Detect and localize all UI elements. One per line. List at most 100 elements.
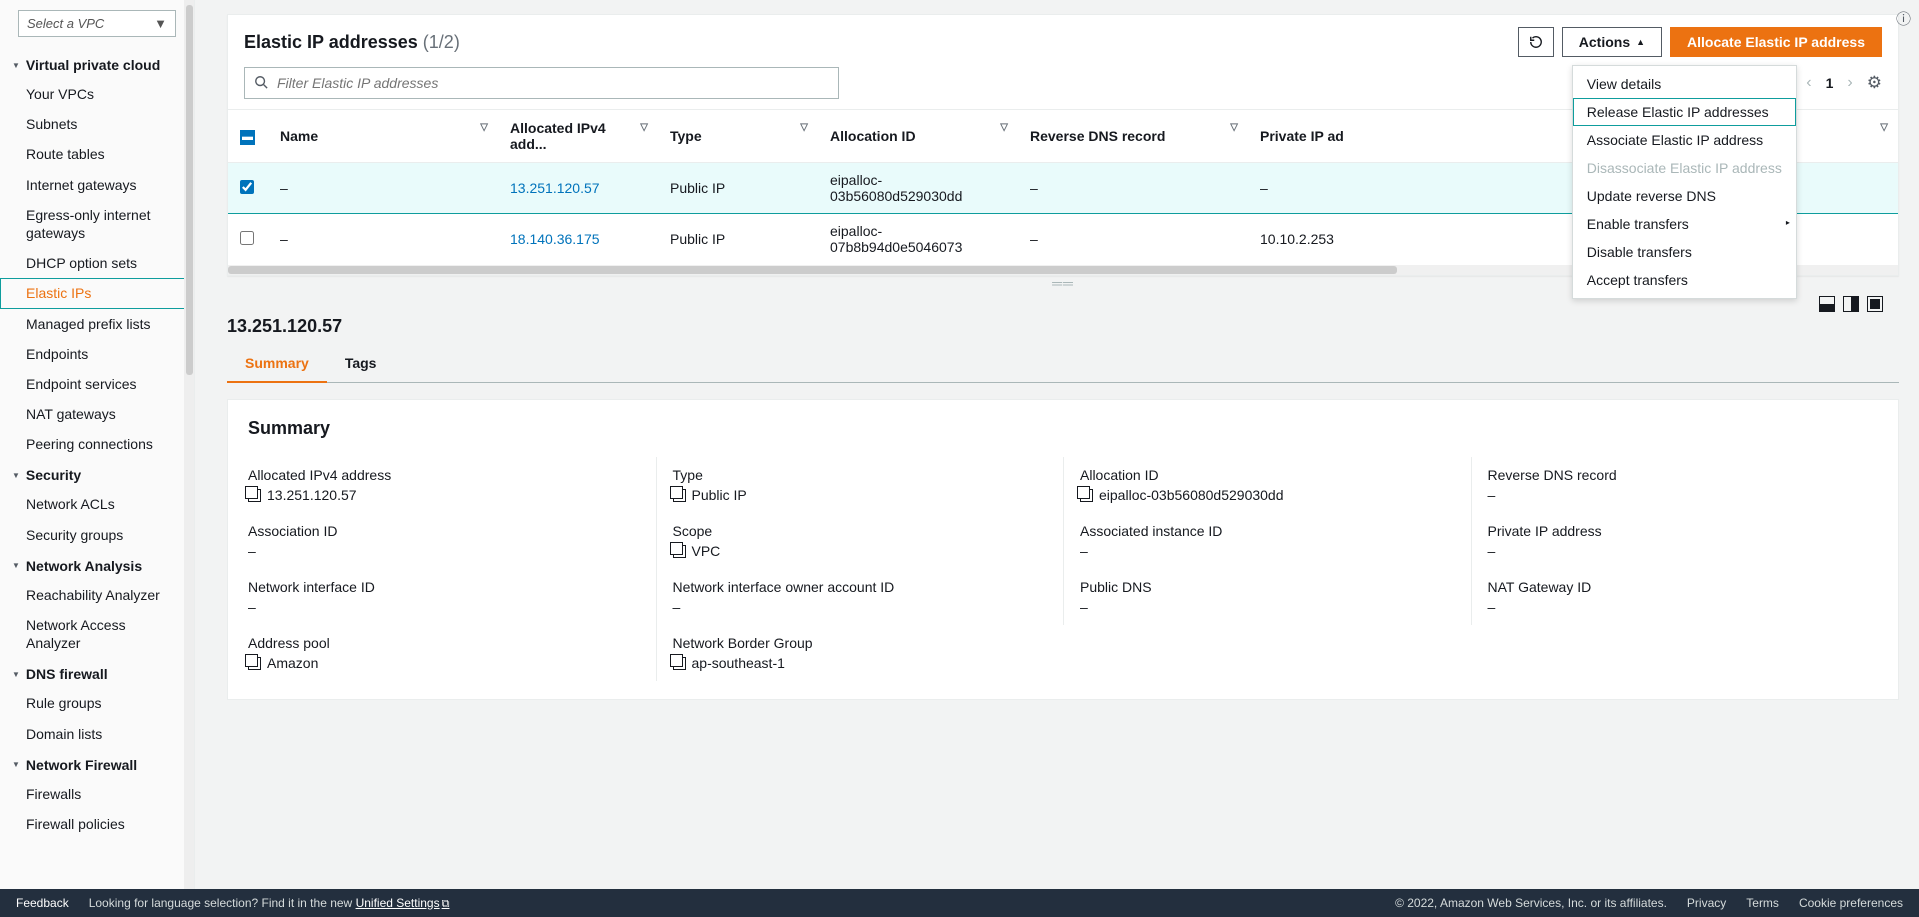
panel-layout-full-icon[interactable]: [1867, 296, 1883, 312]
nav-section-header[interactable]: Network Firewall: [0, 749, 194, 779]
privacy-link[interactable]: Privacy: [1687, 896, 1726, 910]
nav-section-header[interactable]: Network Analysis: [0, 550, 194, 580]
actions-button[interactable]: Actions ▲: [1562, 27, 1662, 57]
sidebar-item[interactable]: Rule groups: [0, 688, 194, 718]
sidebar-item[interactable]: Managed prefix lists: [0, 309, 194, 339]
sidebar-item[interactable]: Peering connections: [0, 429, 194, 459]
search-box: [244, 67, 839, 99]
sidebar-item[interactable]: Security groups: [0, 520, 194, 550]
sidebar-item[interactable]: Network Access Analyzer: [0, 610, 194, 658]
sidebar-scrollbar[interactable]: [184, 0, 194, 917]
vpc-selector[interactable]: Select a VPC ▼: [18, 10, 176, 37]
sidebar-item[interactable]: Domain lists: [0, 719, 194, 749]
sidebar-item[interactable]: Your VPCs: [0, 79, 194, 109]
feedback-link[interactable]: Feedback: [16, 896, 69, 910]
row-checkbox[interactable]: [240, 231, 254, 245]
cookie-prefs-link[interactable]: Cookie preferences: [1799, 896, 1903, 910]
info-icon[interactable]: ⓘ: [1896, 8, 1911, 29]
summary-field: Public DNS–: [1063, 569, 1471, 625]
unified-settings-link[interactable]: Unified Settings⧉: [356, 896, 450, 910]
sidebar-item[interactable]: Reachability Analyzer: [0, 580, 194, 610]
cell-ip[interactable]: 13.251.120.57: [510, 180, 600, 196]
dropdown-item[interactable]: Release Elastic IP addresses: [1573, 98, 1796, 126]
summary-label: Allocation ID: [1080, 467, 1455, 483]
summary-field: Private IP address–: [1471, 513, 1879, 569]
cell-name: –: [268, 214, 498, 265]
sidebar-item[interactable]: Firewalls: [0, 779, 194, 809]
summary-field: Address poolAmazon: [248, 625, 656, 681]
summary-card: Summary Allocated IPv4 address13.251.120…: [227, 399, 1899, 700]
dropdown-item[interactable]: Accept transfers: [1573, 266, 1796, 294]
settings-icon[interactable]: ⚙: [1867, 73, 1882, 93]
sidebar-item[interactable]: DHCP option sets: [0, 248, 194, 278]
panel-layout-bottom-icon[interactable]: [1819, 296, 1835, 312]
sidebar-item[interactable]: NAT gateways: [0, 399, 194, 429]
sidebar-item[interactable]: Subnets: [0, 109, 194, 139]
details-title: 13.251.120.57: [227, 312, 1899, 345]
submenu-arrow-icon: ▸: [1786, 218, 1790, 227]
summary-value: –: [248, 543, 256, 559]
allocate-eip-button[interactable]: Allocate Elastic IP address: [1670, 27, 1882, 57]
copy-icon[interactable]: [673, 545, 686, 558]
summary-value: –: [248, 599, 256, 615]
copy-icon[interactable]: [248, 489, 261, 502]
summary-label: Type: [673, 467, 1048, 483]
copyright: © 2022, Amazon Web Services, Inc. or its…: [1395, 896, 1667, 910]
dropdown-item[interactable]: Update reverse DNS: [1573, 182, 1796, 210]
dropdown-item[interactable]: Enable transfers▸: [1573, 210, 1796, 238]
search-icon: [254, 75, 268, 92]
column-header[interactable]: Allocation ID▽: [818, 110, 1018, 163]
copy-icon[interactable]: [248, 657, 261, 670]
dropdown-item[interactable]: Associate Elastic IP address: [1573, 126, 1796, 154]
column-header[interactable]: Reverse DNS record▽: [1018, 110, 1248, 163]
copy-icon[interactable]: [673, 489, 686, 502]
summary-label: Private IP address: [1488, 523, 1863, 539]
refresh-button[interactable]: [1518, 27, 1554, 57]
copy-icon[interactable]: [1080, 489, 1093, 502]
tab[interactable]: Summary: [227, 345, 327, 383]
prev-page-icon[interactable]: ‹: [1806, 74, 1811, 92]
summary-value: –: [1080, 543, 1088, 559]
summary-value: eipalloc-03b56080d529030dd: [1099, 487, 1284, 503]
sidebar-item[interactable]: Network ACLs: [0, 489, 194, 519]
dropdown-item[interactable]: View details: [1573, 70, 1796, 98]
nav-section-header[interactable]: DNS firewall: [0, 658, 194, 688]
row-checkbox[interactable]: [240, 180, 254, 194]
sort-icon: ▽: [1230, 122, 1238, 133]
sort-icon: ▽: [480, 122, 488, 133]
sidebar-item[interactable]: Firewall policies: [0, 809, 194, 839]
column-header[interactable]: Allocated IPv4 add...▽: [498, 110, 658, 163]
vpc-selector-label: Select a VPC: [27, 16, 104, 31]
summary-field: Network interface ID–: [248, 569, 656, 625]
refresh-icon: [1529, 35, 1543, 49]
dropdown-item[interactable]: Disable transfers: [1573, 238, 1796, 266]
sidebar: Select a VPC ▼ Virtual private cloudYour…: [0, 0, 195, 917]
cell-alloc: eipalloc-03b56080d529030dd: [818, 163, 1018, 214]
sort-icon: ▽: [1000, 122, 1008, 133]
sidebar-item[interactable]: Endpoints: [0, 339, 194, 369]
select-all-checkbox[interactable]: ▬: [240, 130, 255, 145]
cell-reverse-dns: –: [1018, 214, 1248, 265]
search-input[interactable]: [244, 67, 839, 99]
sidebar-item[interactable]: Internet gateways: [0, 170, 194, 200]
panel-layout-side-icon[interactable]: [1843, 296, 1859, 312]
sort-icon: ▽: [800, 122, 808, 133]
terms-link[interactable]: Terms: [1746, 896, 1779, 910]
sidebar-item[interactable]: Egress-only internet gateways: [0, 200, 194, 248]
details-panel: 13.251.120.57 SummaryTags Summary Alloca…: [227, 290, 1899, 700]
sidebar-item[interactable]: Route tables: [0, 139, 194, 169]
sidebar-item[interactable]: Elastic IPs: [0, 278, 194, 308]
cell-type: Public IP: [658, 214, 818, 265]
tab[interactable]: Tags: [327, 345, 395, 382]
column-header[interactable]: Type▽: [658, 110, 818, 163]
cell-ip[interactable]: 18.140.36.175: [510, 231, 600, 247]
sidebar-item[interactable]: Endpoint services: [0, 369, 194, 399]
next-page-icon[interactable]: ›: [1847, 74, 1852, 92]
summary-value: Public IP: [692, 487, 747, 503]
column-header[interactable]: Name▽: [268, 110, 498, 163]
nav-section-header[interactable]: Security: [0, 459, 194, 489]
sort-icon: ▽: [1880, 122, 1888, 133]
copy-icon[interactable]: [673, 657, 686, 670]
nav-section-header[interactable]: Virtual private cloud: [0, 49, 194, 79]
main-content: ⓘ Elastic IP addresses (1/2) Actions ▲: [195, 0, 1919, 917]
